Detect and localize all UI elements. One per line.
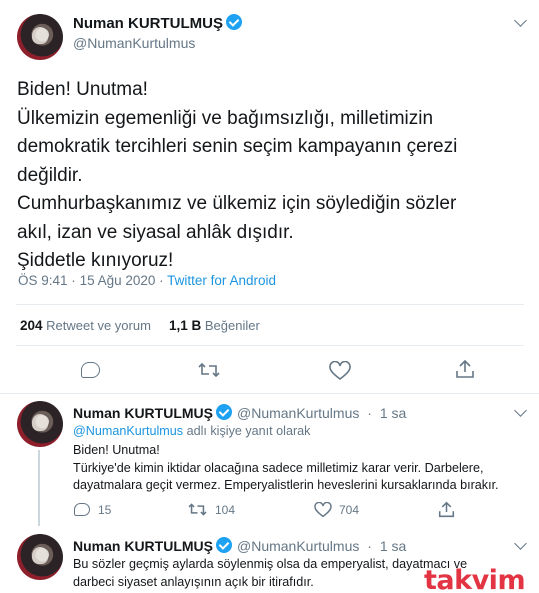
- reply-count: 15: [98, 503, 112, 517]
- like-count: 704: [339, 503, 360, 517]
- reply-author-name[interactable]: Numan KURTULMUŞ: [73, 405, 213, 421]
- retweet-icon[interactable]: [188, 501, 207, 518]
- reply-to-suffix: adlı kişiye yanıt olarak: [186, 424, 311, 438]
- divider: [16, 304, 524, 305]
- like-stat[interactable]: 1,1 B Beğeniler: [169, 318, 260, 333]
- author-name[interactable]: Numan KURTULMUŞ: [73, 14, 242, 32]
- share-icon[interactable]: [438, 501, 455, 518]
- retweet-count: 204: [20, 318, 43, 333]
- reply-text: Biden! Unutma! Türkiye'de kimin iktidar …: [73, 442, 499, 495]
- reply-time[interactable]: 1 sa: [380, 538, 406, 554]
- divider: [0, 393, 539, 394]
- reply-handle[interactable]: @NumanKurtulmus: [237, 538, 359, 554]
- tweet-line: değildir.: [17, 164, 83, 186]
- verified-badge-icon: [226, 14, 242, 30]
- author-name-text[interactable]: Numan KURTULMUŞ: [73, 15, 223, 32]
- reply-handle[interactable]: @NumanKurtulmus: [237, 405, 359, 421]
- reply-avatar[interactable]: [17, 401, 63, 447]
- reply-author[interactable]: Numan KURTULMUŞ @NumanKurtulmus · 1 sa: [73, 404, 406, 421]
- reply-line: darbeci siyaset anlayışının açık bir iti…: [73, 574, 314, 589]
- author-avatar[interactable]: [17, 14, 63, 60]
- retweet-stat[interactable]: 204 Retweet ve yorum: [20, 318, 151, 333]
- tweet-stats: 204 Retweet ve yorum 1,1 B Beğeniler: [20, 318, 260, 333]
- like-count: 1,1 B: [168, 318, 202, 333]
- like-icon[interactable]: [314, 502, 332, 518]
- reply-avatar[interactable]: [17, 534, 63, 580]
- chevron-down-icon[interactable]: [514, 537, 527, 550]
- reply-text: Bu sözler geçmiş aylarda söylenmiş olsa …: [73, 556, 467, 591]
- reply-time[interactable]: 1 sa: [380, 405, 406, 421]
- like-label: Beğeniler: [204, 318, 260, 333]
- tweet-meta: ÖS 9:41 · 15 Ağu 2020 · Twitter for Andr…: [18, 273, 276, 288]
- verified-badge-icon: [216, 537, 232, 553]
- meta-separator: ·: [159, 273, 164, 288]
- reply-author[interactable]: Numan KURTULMUŞ @NumanKurtulmus · 1 sa: [73, 537, 406, 554]
- tweet-line: akıl, izan ve siyasal ahlâk dışıdır.: [17, 221, 294, 243]
- reply-author-name[interactable]: Numan KURTULMUŞ: [73, 538, 213, 554]
- reply-line: Türkiye'de kimin iktidar olacağına sadec…: [73, 460, 484, 475]
- retweet-label: Retweet ve yorum: [46, 318, 151, 333]
- share-icon[interactable]: [455, 359, 475, 379]
- tweet-date[interactable]: 15 Ağu 2020: [80, 273, 156, 288]
- chevron-down-icon[interactable]: [514, 404, 527, 417]
- reply-dot: ·: [367, 405, 372, 421]
- chevron-down-icon[interactable]: [514, 14, 527, 27]
- reply-dot: ·: [367, 538, 372, 554]
- tweet-text: Biden! Unutma! Ülkemizin egemenliği ve b…: [17, 76, 529, 276]
- tweet-line: Cumhurbaşkanımız ve ülkemiz için söyledi…: [17, 193, 457, 214]
- retweet-count: 104: [215, 503, 236, 517]
- reply-to-line: @NumanKurtulmus adlı kişiye yanıt olarak: [73, 423, 310, 441]
- reply-line: Bu sözler geçmiş aylarda söylenmiş olsa …: [73, 557, 468, 571]
- watermark-logo: takvim: [424, 565, 526, 593]
- like-icon[interactable]: [329, 361, 351, 381]
- reply-line: dayatmalara geçit vermez. Emperyalistler…: [73, 478, 499, 492]
- reply-icon[interactable]: [74, 503, 90, 516]
- tweet-line: Şiddetle kınıyoruz!: [17, 250, 174, 271]
- meta-separator: ·: [71, 273, 76, 288]
- tweet-source-link[interactable]: Twitter for Android: [167, 273, 276, 288]
- tweet-line: demokratik tercihleri senin seçim kampay…: [17, 136, 458, 157]
- reply-icon[interactable]: [81, 362, 100, 378]
- tweet-line: Ülkemizin egemenliği ve bağımsızlığı, mi…: [17, 107, 434, 129]
- divider: [16, 345, 524, 346]
- author-handle[interactable]: @NumanKurtulmus: [73, 35, 195, 51]
- reply-to-mention[interactable]: @NumanKurtulmus: [73, 424, 183, 438]
- thread-line: [38, 450, 40, 526]
- reply-line: Biden! Unutma!: [73, 443, 160, 457]
- tweet-line: Biden! Unutma!: [17, 79, 148, 100]
- retweet-icon[interactable]: [198, 360, 220, 380]
- tweet-time[interactable]: ÖS 9:41: [18, 273, 68, 288]
- verified-badge-icon: [216, 404, 232, 420]
